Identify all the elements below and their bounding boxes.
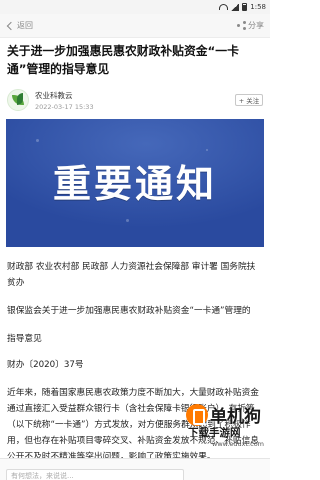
banner-sparkle	[36, 139, 39, 142]
comment-input[interactable]	[6, 469, 184, 480]
publish-date: 2022-03-17 15:33	[35, 102, 94, 111]
article-paragraph: 指导意见	[7, 334, 42, 344]
banner-headline: 重要通知	[52, 161, 217, 206]
status-bar: 1:58	[0, 0, 270, 14]
site-watermark: 单机狗 下载手游网 www.eduxt.com	[186, 402, 266, 458]
share-label: 分享	[248, 21, 264, 30]
article-banner-image: 重要通知	[6, 119, 264, 247]
back-label: 返回	[17, 21, 33, 30]
author-name[interactable]: 农业科教云	[35, 90, 94, 101]
top-nav-bar: 返回 分享	[0, 14, 270, 38]
share-icon	[237, 21, 246, 30]
watermark-url: www.eduxt.com	[212, 440, 265, 448]
watermark-title: 单机狗	[210, 407, 261, 427]
author-row: 农业科教云 2022-03-17 15:33 + 关注	[7, 88, 263, 112]
watermark-subtitle: 下载手游网	[188, 427, 241, 439]
banner-sparkle	[206, 149, 208, 151]
author-avatar[interactable]	[7, 89, 29, 111]
article-title: 关于进一步加强惠民惠农财政补贴资金“一卡通”管理的指导意见	[7, 44, 239, 76]
banner-sparkle	[126, 219, 129, 222]
signal-icon	[231, 3, 240, 11]
back-button[interactable]: 返回	[6, 20, 33, 31]
comment-bar	[0, 458, 270, 480]
author-meta: 农业科教云 2022-03-17 15:33	[35, 90, 94, 111]
status-time: 1:58	[250, 3, 266, 11]
chevron-left-icon	[6, 21, 16, 30]
follow-button[interactable]: + 关注	[235, 94, 263, 106]
wifi-icon	[219, 4, 229, 10]
battery-icon	[242, 3, 248, 11]
article-paragraph: 银保监会关于进一步加强惠民惠农财政补贴资金“一卡通”管理的	[7, 306, 251, 316]
article-paragraph: 财政部 农业农村部 民政部 人力资源社会保障部 审计署 国务院扶贫办	[7, 262, 256, 288]
article-paragraph: 财办〔2020〕37号	[7, 360, 84, 370]
share-button[interactable]: 分享	[237, 20, 264, 31]
watermark-logo-icon	[186, 404, 208, 426]
